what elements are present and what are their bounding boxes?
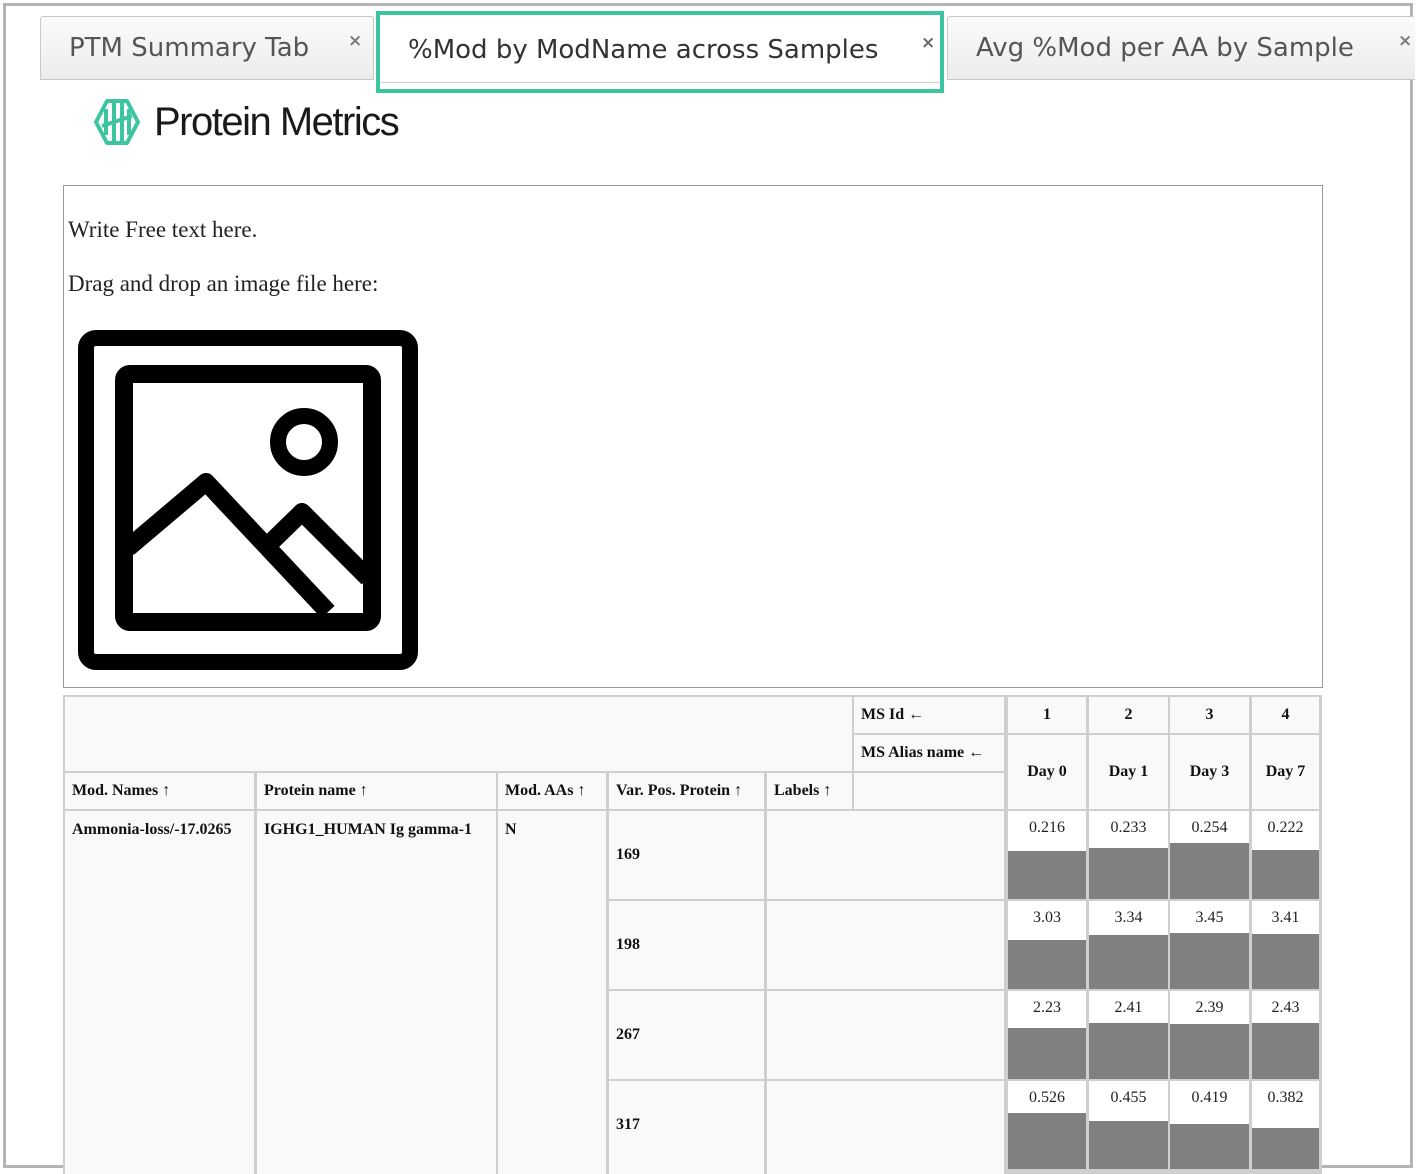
value-text: 2.39: [1195, 999, 1224, 1016]
value-text: 0.526: [1029, 1089, 1065, 1106]
value-cell: 3.41: [1252, 901, 1319, 989]
free-text-area[interactable]: Write Free text here. Drag and drop an i…: [63, 185, 1323, 688]
value-cell: 0.419: [1170, 1081, 1249, 1169]
close-icon[interactable]: ×: [348, 33, 362, 50]
sample-id: 1: [1008, 697, 1086, 733]
value-cell: 0.526: [1008, 1081, 1086, 1169]
sample-id: 3: [1170, 697, 1249, 733]
tab-mod-by-modname[interactable]: %Mod by ModName across Samples ×: [376, 11, 944, 93]
value-text: 3.45: [1195, 909, 1224, 926]
labels-cell: [767, 811, 1004, 899]
value-text: 2.23: [1033, 999, 1061, 1016]
value-text: 0.382: [1267, 1089, 1304, 1106]
value-text: 3.34: [1114, 909, 1143, 926]
mod-aas-cell: N: [498, 811, 606, 1174]
value-cell: 2.39: [1170, 991, 1249, 1079]
tab-ptm-summary[interactable]: PTM Summary Tab ×: [40, 16, 374, 80]
col-header-labels[interactable]: Labels ↑: [767, 773, 852, 809]
logo: Protein Metrics: [94, 99, 400, 145]
sample-alias: Day 0: [1008, 735, 1086, 809]
labels-cell: [767, 991, 1004, 1079]
tab-label: %Mod by ModName across Samples: [408, 35, 879, 65]
col-header-mod-names[interactable]: Mod. Names ↑: [65, 773, 254, 809]
sample-alias: Day 7: [1252, 735, 1319, 809]
value-text: 0.455: [1110, 1089, 1147, 1106]
value-cell: 0.216: [1008, 811, 1086, 899]
value-bar: [1252, 1023, 1319, 1079]
tab-label: Avg %Mod per AA by Sample: [976, 33, 1354, 63]
value-cell: 3.03: [1008, 901, 1086, 989]
value-text: 0.216: [1029, 819, 1065, 836]
close-icon[interactable]: ×: [1398, 33, 1412, 50]
value-cell: 0.455: [1089, 1081, 1168, 1169]
value-text: 0.222: [1267, 819, 1304, 836]
sample-alias: Day 3: [1170, 735, 1249, 809]
mod-table: MS Id ← MS Alias name ← 1 2 3 4 Day 0 Da…: [63, 695, 1322, 1174]
var-pos-cell: 267: [609, 991, 764, 1079]
value-cell: 0.382: [1252, 1081, 1319, 1169]
value-bar: [1008, 1113, 1086, 1169]
value-bar: [1089, 1121, 1168, 1169]
var-pos-cell: 169: [609, 811, 764, 899]
protein-metrics-logo-icon: [94, 99, 140, 145]
value-cell: 3.45: [1170, 901, 1249, 989]
value-text: 3.41: [1271, 909, 1300, 926]
image-placeholder-icon[interactable]: [78, 330, 418, 670]
logo-text: Protein Metrics: [154, 100, 400, 144]
tab-underline: [380, 82, 940, 83]
col-header-protein-name[interactable]: Protein name ↑: [257, 773, 496, 809]
tab-label: PTM Summary Tab: [69, 33, 310, 63]
value-bar: [1252, 850, 1319, 899]
value-cell: 3.34: [1089, 901, 1168, 989]
free-text-line[interactable]: Write Free text here.: [68, 217, 257, 243]
value-text: 0.254: [1191, 819, 1228, 836]
header-blank: [65, 697, 852, 771]
drop-instructions: Drag and drop an image file here:: [68, 271, 379, 296]
labels-cell: [767, 901, 1004, 989]
value-bar: [1089, 848, 1168, 899]
labels-cell: [767, 1081, 1004, 1174]
tab-avg-mod-per-aa[interactable]: Avg %Mod per AA by Sample ×: [947, 16, 1415, 80]
sample-id: 4: [1252, 697, 1319, 733]
value-bar: [1008, 851, 1086, 899]
protein-name-cell: IGHG1_HUMAN Ig gamma-1: [257, 811, 496, 1174]
value-text: 0.419: [1191, 1089, 1228, 1106]
var-pos-cell: 317: [609, 1081, 764, 1174]
var-pos-cell: 198: [609, 901, 764, 989]
sample-alias: Day 1: [1089, 735, 1168, 809]
value-bar: [1089, 1023, 1168, 1079]
col-header-var-pos[interactable]: Var. Pos. Protein ↑: [609, 773, 764, 809]
value-cell: 2.41: [1089, 991, 1168, 1079]
value-bar: [1252, 934, 1319, 989]
sample-id: 2: [1089, 697, 1168, 733]
value-bar: [1170, 1124, 1249, 1169]
value-cell: 0.233: [1089, 811, 1168, 899]
value-bar: [1008, 940, 1086, 989]
value-bar: [1170, 933, 1249, 989]
value-cell: 2.43: [1252, 991, 1319, 1079]
mod-name-cell: Ammonia-loss/-17.0265: [65, 811, 254, 1174]
value-text: 3.03: [1033, 909, 1061, 926]
value-bar: [1170, 843, 1249, 899]
value-cell: 0.254: [1170, 811, 1249, 899]
value-bar: [1170, 1024, 1249, 1079]
value-text: 0.233: [1110, 819, 1147, 836]
close-icon[interactable]: ×: [921, 35, 935, 52]
header-blank-right: [854, 773, 1004, 809]
value-text: 2.43: [1271, 999, 1300, 1016]
value-cell: 0.222: [1252, 811, 1319, 899]
value-cell: 2.23: [1008, 991, 1086, 1079]
col-header-mod-aas[interactable]: Mod. AAs ↑: [498, 773, 606, 809]
ms-alias-header[interactable]: MS Alias name ←: [854, 735, 1004, 771]
value-bar: [1008, 1028, 1086, 1079]
value-text: 2.41: [1114, 999, 1143, 1016]
value-bar: [1252, 1128, 1319, 1169]
ms-id-header[interactable]: MS Id ←: [854, 697, 1004, 733]
value-bar: [1089, 935, 1168, 989]
